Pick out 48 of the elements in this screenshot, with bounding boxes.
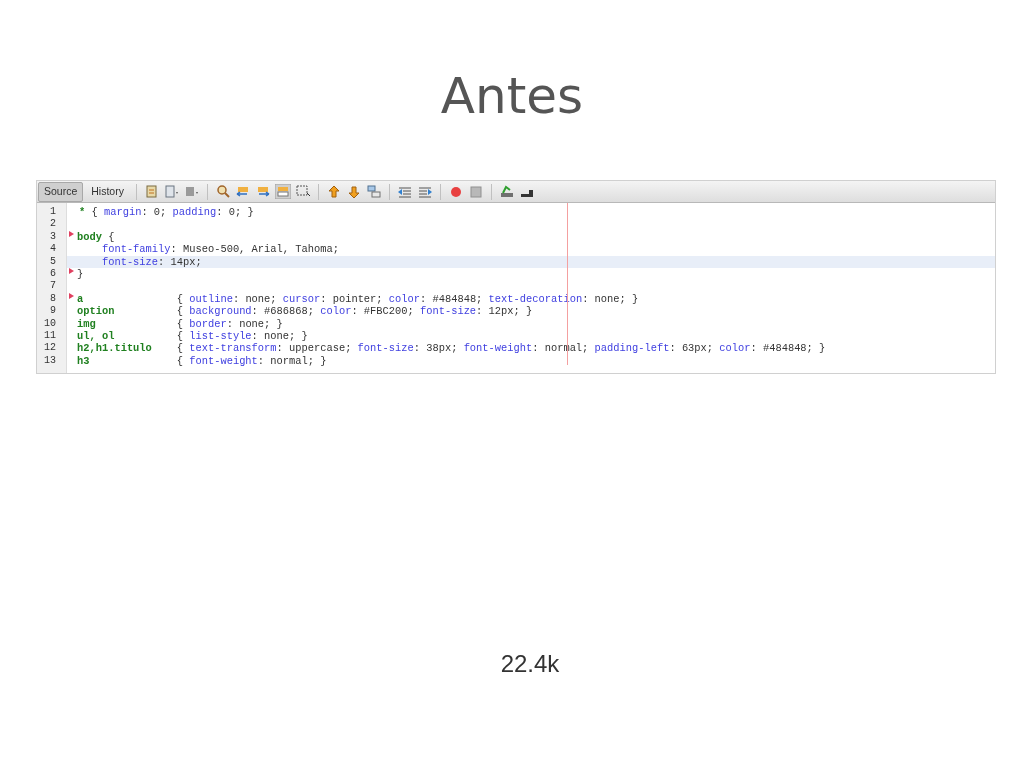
- css-selector: option: [77, 305, 116, 318]
- line-number: 9: [50, 305, 56, 318]
- code-text: }: [77, 267, 84, 281]
- code-text: { list-style: none; }: [176, 329, 308, 343]
- code-text: { outline: none; cursor: pointer; color: #484848; text-decoration: none; }: [176, 292, 639, 306]
- editor-tab[interactable]: History: [85, 181, 130, 202]
- shapes-icon[interactable]: [365, 184, 382, 199]
- editor-tab[interactable]: Source: [38, 181, 84, 202]
- css-selector: ul, ol: [77, 329, 116, 343]
- line-number: 10: [44, 317, 56, 330]
- document-icon[interactable]: [143, 184, 160, 199]
- code-text: { border: none; }: [176, 317, 283, 330]
- css-selector: body: [77, 230, 102, 244]
- selection-icon[interactable]: [294, 184, 311, 199]
- toggle-icon[interactable]: [274, 184, 291, 199]
- line-number: 7: [50, 280, 56, 293]
- chart-icon[interactable]: [498, 184, 515, 199]
- line-number: 6: [50, 267, 56, 281]
- line-number: 13: [44, 354, 56, 368]
- line-number: 2: [50, 218, 56, 231]
- css-selector: h3: [77, 354, 91, 368]
- code-text: {: [107, 230, 115, 244]
- indent-left-icon[interactable]: [396, 184, 413, 199]
- line-number: 11: [44, 329, 56, 343]
- code-text: { font-weight: normal; }: [176, 354, 327, 368]
- css-selector: h2,h1.titulo: [77, 342, 153, 355]
- line-number: 4: [50, 243, 56, 256]
- code-text: { background: #686868; color: #FBC200; font-size: 12px; }: [176, 305, 533, 318]
- document-caret-icon[interactable]: [163, 184, 180, 199]
- css-selector: a: [77, 292, 85, 306]
- slide-title: Antes: [440, 66, 584, 126]
- line-number: 1: [50, 206, 56, 219]
- code-text: font-size: 14px;: [101, 255, 202, 268]
- line-number: 3: [50, 230, 56, 244]
- line-number: 12: [44, 342, 56, 355]
- arrow-left-icon[interactable]: [234, 184, 251, 199]
- code-text: font-family: Museo-500, Arial, Tahoma;: [101, 243, 339, 256]
- block-caret-icon[interactable]: [183, 184, 200, 199]
- magnifier-icon[interactable]: [214, 184, 231, 199]
- code-text: { margin: 0; padding: 0; }: [91, 206, 254, 219]
- line-number: 8: [50, 292, 56, 306]
- stop-icon[interactable]: [467, 184, 484, 199]
- code-text: { text-transform: uppercase; font-size: 38px; font-weight: normal; padding-left: 63px; color: #484848; }: [176, 342, 826, 355]
- css-selector: img: [77, 317, 97, 330]
- indent-right-icon[interactable]: [416, 184, 433, 199]
- line-number: 5: [50, 255, 56, 268]
- footer-text: 22.4k: [500, 649, 560, 679]
- css-selector: *: [78, 206, 86, 219]
